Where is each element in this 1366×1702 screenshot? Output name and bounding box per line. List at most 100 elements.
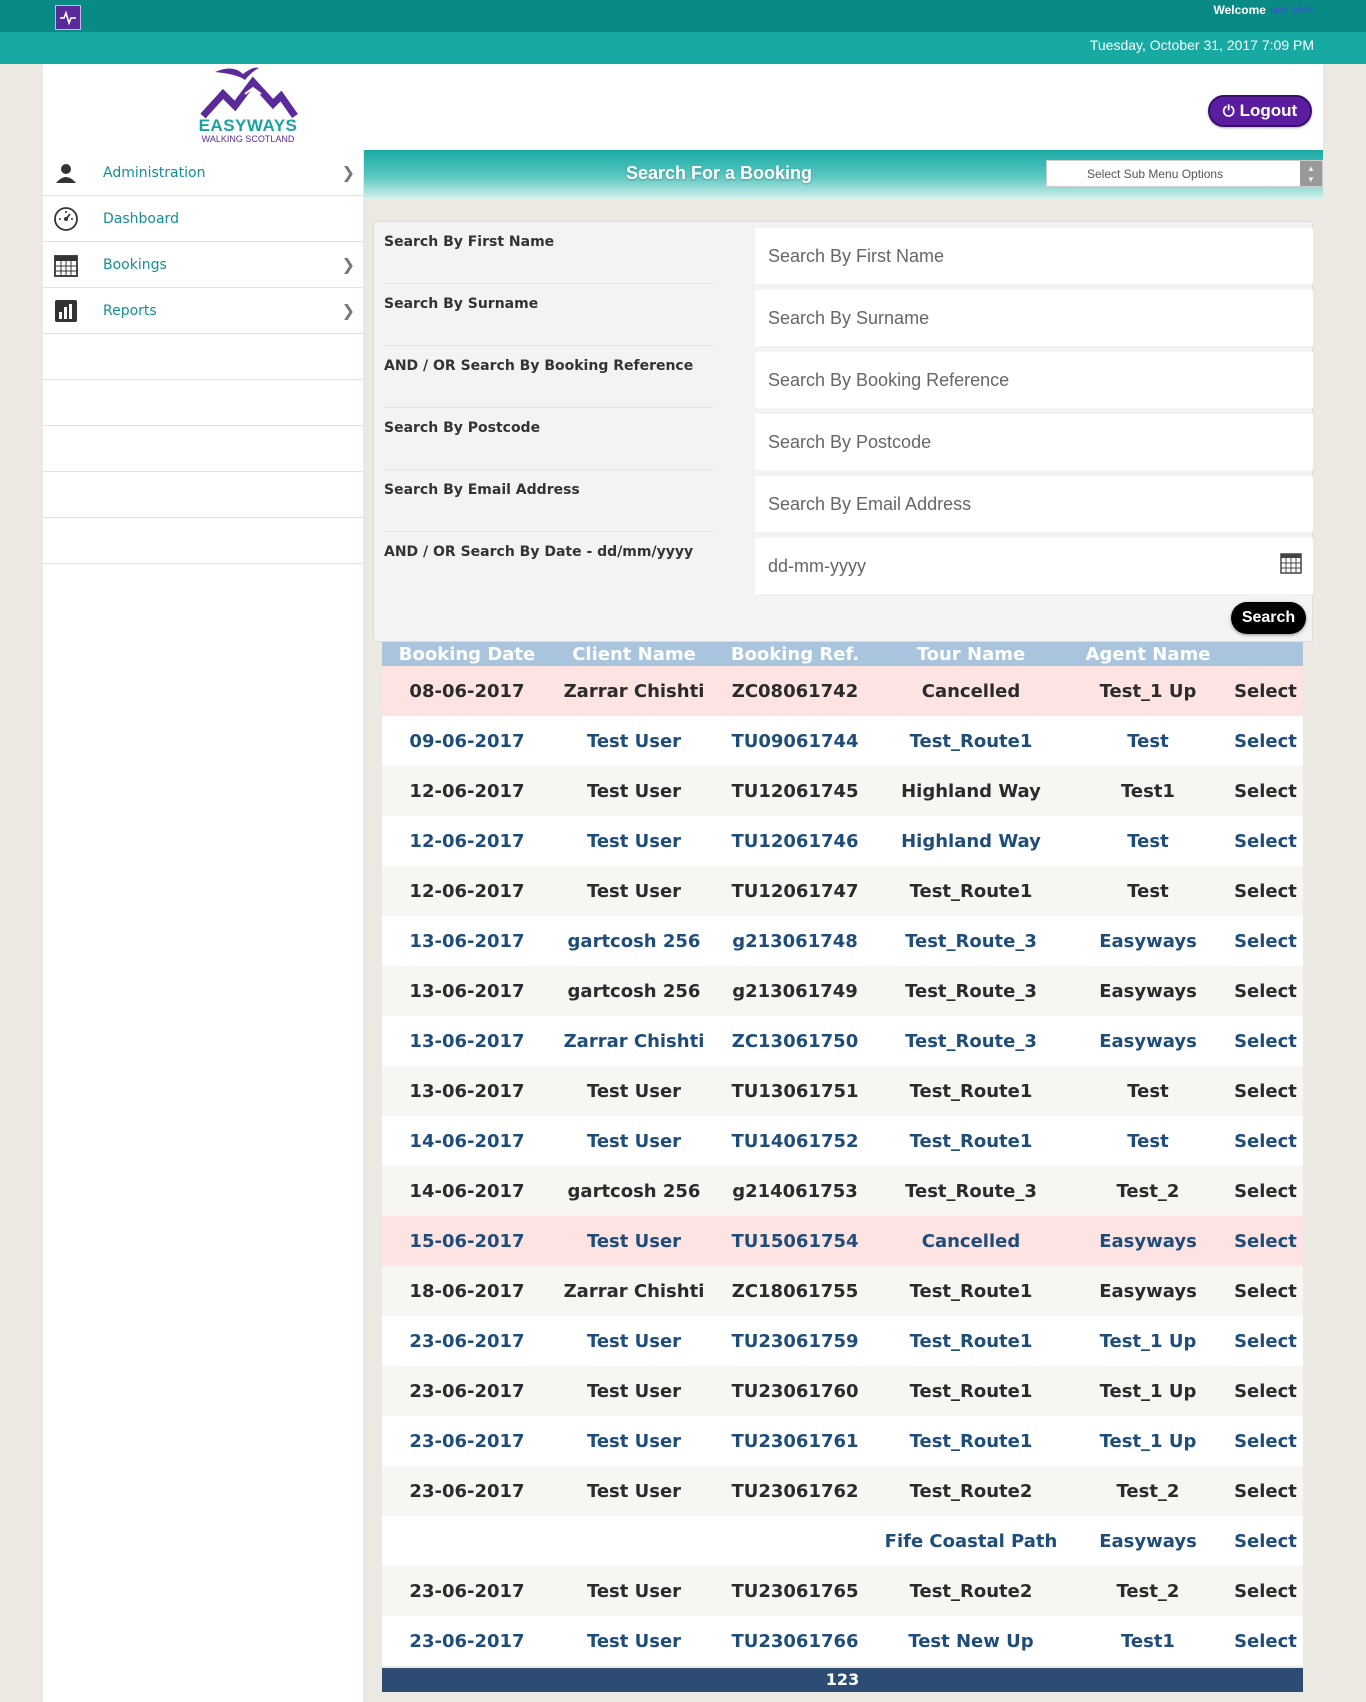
postcode-row: Search By Postcode [374, 408, 1314, 470]
agent-name-cell: Test_2 [1068, 1166, 1228, 1216]
calendar-picker-icon[interactable] [1280, 552, 1302, 574]
select-link[interactable]: Select [1228, 816, 1303, 866]
sidebar-empty-row [43, 472, 363, 518]
booking-ref-cell [716, 1516, 874, 1566]
select-link[interactable]: Select [1228, 1516, 1303, 1566]
select-link[interactable]: Select [1228, 1366, 1303, 1416]
column-header-tour-name[interactable]: Tour Name [874, 642, 1068, 666]
table-row[interactable]: 23-06-2017 Test User TU23061765 Test_Route2… [382, 1566, 1303, 1616]
booking-ref-cell: TU23061765 [716, 1566, 874, 1616]
client-name-cell: Test User [552, 1216, 716, 1266]
select-link[interactable]: Select [1228, 1266, 1303, 1316]
select-link[interactable]: Select [1228, 916, 1303, 966]
select-link[interactable]: Select [1228, 866, 1303, 916]
booking-date-cell: 15-06-2017 [382, 1216, 552, 1266]
column-header-booking-date[interactable]: Booking Date [382, 642, 552, 666]
submenu-select[interactable]: Select Sub Menu Options ▲ ▼ [1046, 160, 1323, 187]
table-row[interactable]: 14-06-2017 gartcosh 256 g214061753 Test_Rou… [382, 1166, 1303, 1216]
tour-name-cell: Cancelled [874, 666, 1068, 716]
surname-input[interactable] [755, 290, 1313, 346]
select-link[interactable]: Select [1228, 1616, 1303, 1666]
table-row[interactable]: 13-06-2017 Test User TU13061751 Test_Route1… [382, 1066, 1303, 1116]
select-link[interactable]: Select [1228, 1116, 1303, 1166]
booking-ref-cell: TU23061760 [716, 1366, 874, 1416]
select-link[interactable]: Select [1228, 1066, 1303, 1116]
sidebar-item-dashboard[interactable]: Dashboard [43, 196, 363, 242]
select-link[interactable]: Select [1228, 1166, 1303, 1216]
select-link[interactable]: Select [1228, 966, 1303, 1016]
select-link[interactable]: Select [1228, 1016, 1303, 1066]
sidebar-item-reports[interactable]: Reports ❯ [43, 288, 363, 334]
table-row[interactable]: 13-06-2017 gartcosh 256 g213061749 Test_Rou… [382, 966, 1303, 1016]
power-icon: ⏻ [1222, 102, 1235, 120]
search-button[interactable]: Search [1231, 602, 1306, 634]
tour-name-cell: Test_Route_3 [874, 1166, 1068, 1216]
select-link[interactable]: Select [1228, 1466, 1303, 1516]
table-row[interactable]: 23-06-2017 Test User TU23061766 Test New Up… [382, 1616, 1303, 1666]
booking-date-cell [382, 1516, 552, 1566]
client-name-cell: Test User [552, 766, 716, 816]
table-row[interactable]: 13-06-2017 gartcosh 256 g213061748 Test_Rou… [382, 916, 1303, 966]
table-row[interactable]: 12-06-2017 Test User TU12061747 Test_Route1… [382, 866, 1303, 916]
column-header-client-name[interactable]: Client Name [552, 642, 716, 666]
client-name-cell: Test User [552, 1616, 716, 1666]
pulse-icon[interactable] [55, 5, 81, 30]
table-row[interactable]: 23-06-2017 Test User TU23061759 Test_Route1… [382, 1316, 1303, 1366]
tour-name-cell: Test_Route1 [874, 1266, 1068, 1316]
client-name-cell: Test User [552, 816, 716, 866]
email-row: Search By Email Address [374, 470, 1314, 532]
table-row[interactable]: 13-06-2017 Zarrar Chishti ZC13061750 Test_R… [382, 1016, 1303, 1066]
email-input[interactable] [755, 476, 1313, 532]
table-row[interactable]: 23-06-2017 Test User TU23061761 Test_Route1… [382, 1416, 1303, 1466]
sidebar-empty-row [43, 518, 363, 564]
agent-name-cell: Test_1 Up [1068, 1366, 1228, 1416]
logout-button[interactable]: ⏻ Logout [1208, 95, 1312, 127]
booking-reference-input[interactable] [755, 352, 1313, 408]
welcome-user-link[interactable]: test test [1270, 3, 1312, 17]
table-row[interactable]: Fife Coastal Path Easyways Select [382, 1516, 1303, 1566]
client-name-cell [552, 1516, 716, 1566]
sidebar-item-administration[interactable]: Administration ❯ [43, 150, 363, 196]
table-row[interactable]: 12-06-2017 Test User TU12061746 Highland Wa… [382, 816, 1303, 866]
postcode-input[interactable] [755, 414, 1313, 470]
date-input[interactable] [755, 538, 1313, 594]
table-row[interactable]: 14-06-2017 Test User TU14061752 Test_Route1… [382, 1116, 1303, 1166]
table-row[interactable]: 18-06-2017 Zarrar Chishti ZC18061755 Test_R… [382, 1266, 1303, 1316]
client-name-cell: Test User [552, 1316, 716, 1366]
table-row[interactable]: 23-06-2017 Test User TU23061762 Test_Route2… [382, 1466, 1303, 1516]
select-link[interactable]: Select [1228, 666, 1303, 716]
tour-name-cell: Test_Route1 [874, 866, 1068, 916]
table-row[interactable]: 23-06-2017 Test User TU23061760 Test_Route1… [382, 1366, 1303, 1416]
table-row[interactable]: 08-06-2017 Zarrar Chishti ZC08061742 Cancel… [382, 666, 1303, 716]
select-link[interactable]: Select [1228, 1566, 1303, 1616]
sidebar-item-bookings[interactable]: Bookings ❯ [43, 242, 363, 288]
select-link[interactable]: Select [1228, 1216, 1303, 1266]
table-row[interactable]: 09-06-2017 Test User TU09061744 Test_Route1… [382, 716, 1303, 766]
first-name-row: Search By First Name [374, 222, 1314, 284]
user-icon [53, 160, 79, 186]
select-link[interactable]: Select [1228, 766, 1303, 816]
header: EASYWAYS WALKING SCOTLAND [43, 64, 1323, 150]
select-link[interactable]: Select [1228, 716, 1303, 766]
booking-date-cell: 18-06-2017 [382, 1266, 552, 1316]
submenu-select-value: Select Sub Menu Options [1087, 167, 1224, 181]
easyways-logo[interactable]: EASYWAYS WALKING SCOTLAND [193, 64, 303, 148]
client-name-cell: Test User [552, 1416, 716, 1466]
booking-date-cell: 14-06-2017 [382, 1166, 552, 1216]
select-link[interactable]: Select [1228, 1316, 1303, 1366]
booking-ref-cell: ZC18061755 [716, 1266, 874, 1316]
table-row[interactable]: 12-06-2017 Test User TU12061745 Highland Wa… [382, 766, 1303, 816]
column-header-booking-ref[interactable]: Booking Ref. [716, 642, 874, 666]
results-table: Booking Date Client Name Booking Ref. To… [382, 642, 1303, 1666]
first-name-input[interactable] [755, 228, 1313, 284]
booking-date-cell: 23-06-2017 [382, 1566, 552, 1616]
column-header-agent-name[interactable]: Agent Name [1068, 642, 1228, 666]
booking-ref-cell: TU23061762 [716, 1466, 874, 1516]
select-link[interactable]: Select [1228, 1416, 1303, 1466]
surname-row: Search By Surname [374, 284, 1314, 346]
booking-date-cell: 23-06-2017 [382, 1616, 552, 1666]
pagination[interactable]: 123 [382, 1668, 1303, 1692]
table-row[interactable]: 15-06-2017 Test User TU15061754 Cancelled Ea… [382, 1216, 1303, 1266]
tour-name-cell: Fife Coastal Path [874, 1516, 1068, 1566]
client-name-cell: gartcosh 256 [552, 916, 716, 966]
